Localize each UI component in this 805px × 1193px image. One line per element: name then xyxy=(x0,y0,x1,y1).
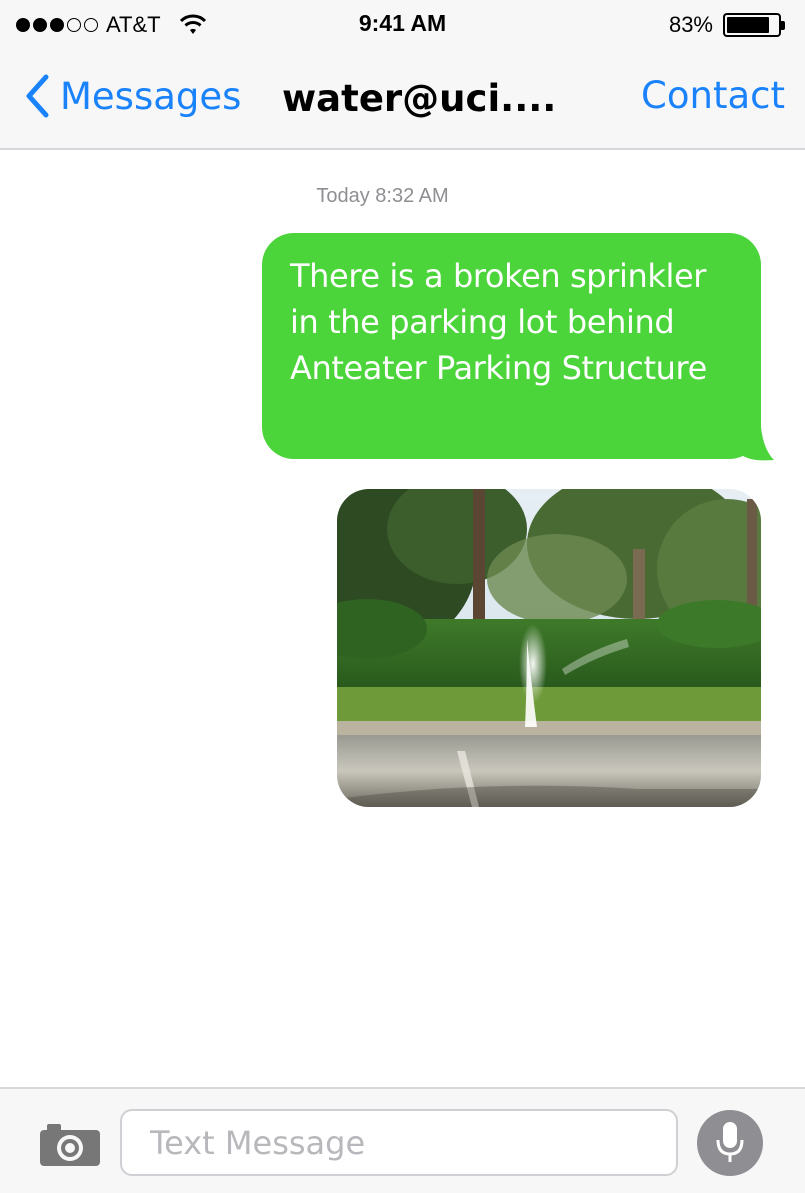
text-message-input[interactable] xyxy=(120,1109,678,1176)
battery-level-fill xyxy=(727,17,769,33)
navigation-bar: Messages water@uci.... Contact xyxy=(0,50,805,150)
contact-button[interactable]: Contact xyxy=(641,74,785,117)
camera-icon[interactable] xyxy=(39,1121,101,1172)
bubble-tail xyxy=(740,410,774,461)
status-bar: AT&T 9:41 AM 83% xyxy=(0,0,805,50)
battery-percentage: 83% xyxy=(668,12,713,37)
outgoing-message-bubble[interactable]: There is a broken sprinkler in the parki… xyxy=(262,233,761,459)
back-button-label: Messages xyxy=(60,74,242,118)
message-input-bar xyxy=(0,1087,805,1193)
microphone-icon[interactable] xyxy=(697,1110,763,1176)
message-timestamp: Today 8:32 AM xyxy=(316,185,449,207)
battery-icon xyxy=(723,13,785,37)
broken-sprinkler-photo[interactable] xyxy=(337,489,761,807)
back-button[interactable]: Messages xyxy=(24,74,241,118)
messages-screen: AT&T 9:41 AM 83% Messages water@uci.... … xyxy=(0,0,805,1193)
battery-nub xyxy=(781,21,785,30)
conversation-title: water@uci.... xyxy=(282,77,557,120)
message-text: There is a broken sprinkler in the parki… xyxy=(290,257,707,387)
chevron-left-icon xyxy=(26,74,49,118)
